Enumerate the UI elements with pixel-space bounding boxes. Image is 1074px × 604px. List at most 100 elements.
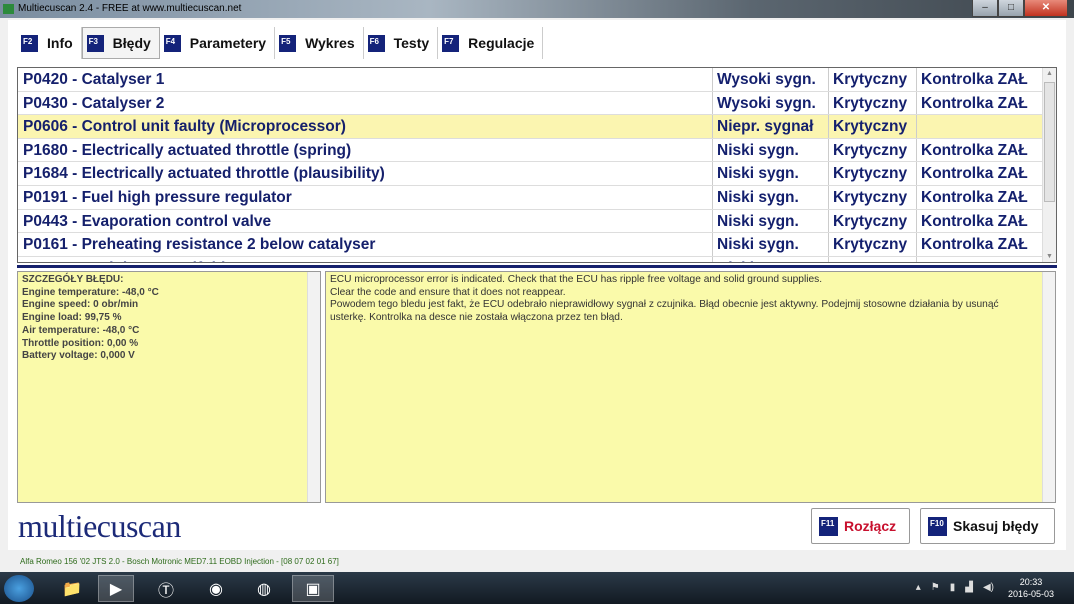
maximize-button[interactable]: □ xyxy=(998,0,1024,17)
scroll-down-icon[interactable]: ▼ xyxy=(1043,253,1056,260)
details-title: SZCZEGÓŁY BŁĘDU: xyxy=(22,274,124,285)
fault-severity: Krytyczny xyxy=(829,91,917,115)
f3-key-icon: F3 xyxy=(86,34,104,52)
f10-key-icon: F10 xyxy=(928,516,947,536)
fault-code: P1684 - Electrically actuated throttle (… xyxy=(18,162,713,185)
tab-label: Info xyxy=(47,35,73,51)
fault-lamp: Kontrolka ZAŁ xyxy=(921,94,1028,112)
description-scrollbar[interactable] xyxy=(1042,272,1055,502)
scroll-thumb[interactable] xyxy=(1044,82,1055,202)
tab-label: Parametery xyxy=(189,35,267,51)
fault-severity: Krytyczny xyxy=(829,256,917,262)
battery-icon[interactable]: ▮ xyxy=(950,582,956,593)
f2-key-icon: F2 xyxy=(21,34,38,52)
tab-testy[interactable]: F6 Testy xyxy=(364,27,439,59)
fault-row[interactable]: P0420 - Catalyser 1 Wysoki sygn. Krytyczny… xyxy=(18,68,1056,92)
tab-parametery[interactable]: F4 Parametery xyxy=(160,27,276,59)
detail-line: Throttle position: 0,00 % xyxy=(22,337,139,349)
fault-type: Niski sygn. xyxy=(713,185,829,209)
fault-row[interactable]: P0443 - Evaporation control valve Niski s… xyxy=(18,209,1056,234)
media-player-icon[interactable]: ▶ xyxy=(98,575,134,602)
volume-icon[interactable]: ◀) xyxy=(983,582,994,593)
fault-type: Wysoki sygn. xyxy=(713,91,829,115)
fault-severity: Krytyczny xyxy=(829,162,917,185)
logo: multiecuscan xyxy=(18,508,181,544)
multiecuscan-taskbar-icon[interactable]: ▣ xyxy=(292,575,334,602)
fault-type: Niepr. sygnał xyxy=(713,115,829,138)
fault-severity: Krytyczny xyxy=(829,233,917,256)
fault-lamp xyxy=(917,257,1042,262)
detail-line: Air temperature: -48,0 °C xyxy=(22,324,140,336)
fault-type: Niski sygn. xyxy=(713,256,829,262)
clock[interactable]: 20:33 2016-05-03 xyxy=(1008,576,1054,600)
fault-lamp: Kontrolka ZAŁ xyxy=(921,71,1028,88)
fault-row[interactable]: P0191 - Fuel high pressure regulator Nisk… xyxy=(18,185,1056,210)
tab-błędy[interactable]: F3 Błędy xyxy=(81,27,160,59)
fault-lamp: Kontrolka ZAŁ xyxy=(921,141,1028,159)
tab-wykres[interactable]: F5 Wykres xyxy=(275,27,364,59)
fault-code: P0606 - Control unit faulty (Microproces… xyxy=(18,115,713,138)
tab-regulacje[interactable]: F7 Regulacje xyxy=(438,27,544,59)
fault-lamp: Kontrolka ZAŁ xyxy=(921,165,1028,183)
taskbar: 📁 ▶ Ⓣ ◉ ◍ ▣ xyxy=(0,572,1074,604)
f7-key-icon: F7 xyxy=(442,34,460,52)
tray-expand-icon[interactable]: ▴ xyxy=(916,582,921,593)
detail-line: Engine load: 99,75 % xyxy=(22,312,122,324)
title-bar: Multiecuscan 2.4 - FREE at www.multiecus… xyxy=(0,0,1074,18)
disconnect-label: Rozłącz xyxy=(844,518,897,534)
tab-bar: F2 Info F3 Błędy F4 Parametery F5 Wykres F6 Testy… xyxy=(17,27,544,59)
fault-type: Niski sygn. xyxy=(713,138,829,162)
fault-code: P0443 - Evaporation control valve xyxy=(18,209,713,233)
status-bar: Alfa Romeo 156 '02 JTS 2.0 - Bosch Motro… xyxy=(20,557,339,566)
clear-faults-button[interactable]: F10 Skasuj błędy xyxy=(920,508,1055,544)
fault-table-scrollbar[interactable]: ▲ ▼ xyxy=(1042,68,1056,262)
scroll-up-icon[interactable]: ▲ xyxy=(1043,70,1056,77)
fault-details-panel: SZCZEGÓŁY BŁĘDU: Engine temperature: -48… xyxy=(17,271,321,503)
minimize-button[interactable]: – xyxy=(972,0,998,17)
system-tray: ▴ ⚑ ▮ ▟ ◀) xyxy=(916,582,994,593)
network-icon[interactable]: ▟ xyxy=(965,582,973,593)
tab-label: Wykres xyxy=(305,35,355,51)
fault-code: P1680 - Electrically actuated throttle (… xyxy=(18,138,713,162)
fault-severity: Krytyczny xyxy=(829,68,917,91)
world-of-tanks-icon[interactable]: Ⓣ xyxy=(148,575,184,602)
fault-row[interactable]: P1684 - Electrically actuated throttle (… xyxy=(18,162,1056,186)
start-button[interactable] xyxy=(4,575,34,602)
disconnect-button[interactable]: F11 Rozłącz xyxy=(811,508,910,544)
fault-type: Niski sygn. xyxy=(713,209,829,233)
fault-row[interactable]: P0430 - Catalyser 2 Wysoki sygn. Krytyczny… xyxy=(18,91,1056,116)
fault-lamp: Kontrolka ZAŁ xyxy=(921,212,1028,230)
description-line: Powodem tego bledu jest fakt, że ECU ode… xyxy=(330,299,999,324)
fault-severity: Krytyczny xyxy=(829,209,917,233)
fault-severity: Krytyczny xyxy=(829,138,917,162)
tab-info[interactable]: F2 Info xyxy=(17,27,82,59)
fault-lamp xyxy=(917,115,1042,138)
details-scrollbar[interactable] xyxy=(307,272,320,502)
tab-label: Regulacje xyxy=(468,35,535,51)
detail-line: Engine temperature: -48,0 °C xyxy=(22,286,159,298)
fault-row[interactable]: P1680 - Electrically actuated throttle (… xyxy=(18,138,1056,163)
fault-code: P0191 - Fuel high pressure regulator xyxy=(18,185,713,209)
chrome-icon[interactable]: ◉ xyxy=(198,575,234,602)
fault-type: Wysoki sygn. xyxy=(713,68,829,91)
fault-row[interactable]: P0161 - Preheating resistance 2 below ca… xyxy=(18,233,1056,257)
close-button[interactable]: ✕ xyxy=(1024,0,1068,17)
tab-label: Testy xyxy=(393,35,430,51)
fault-row[interactable]: P1051 - Modulator manifoldNiski sygn.Kry… xyxy=(18,256,1056,262)
fault-code: P0420 - Catalyser 1 xyxy=(18,68,713,91)
clock-date: 2016-05-03 xyxy=(1007,589,1054,599)
action-center-icon[interactable]: ⚑ xyxy=(931,582,940,593)
explorer-icon[interactable]: 📁 xyxy=(54,575,90,602)
f5-key-icon: F5 xyxy=(279,34,297,52)
fault-code: P0161 - Preheating resistance 2 below ca… xyxy=(18,233,713,256)
window-title: Multiecuscan 2.4 - FREE at www.multiecus… xyxy=(18,3,242,14)
fault-description-panel: ECU microprocessor error is indicated. C… xyxy=(325,271,1056,503)
detail-line: Engine speed: 0 obr/min xyxy=(22,299,139,311)
app-icon xyxy=(3,4,14,14)
firefox-icon[interactable]: ◍ xyxy=(246,575,282,602)
fault-severity: Krytyczny xyxy=(829,185,917,209)
divider xyxy=(17,265,1057,268)
description-line: ECU microprocessor error is indicated. C… xyxy=(330,274,823,285)
tab-label: Błędy xyxy=(112,35,151,51)
fault-row[interactable]: P0606 - Control unit faulty (Microproces… xyxy=(18,115,1056,139)
